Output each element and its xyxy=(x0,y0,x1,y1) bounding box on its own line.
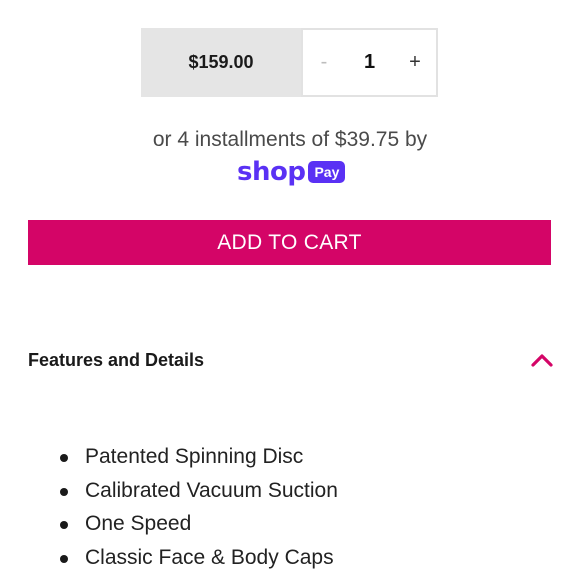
quantity-value[interactable]: 1 xyxy=(345,51,394,74)
list-item: Patented Spinning Disc xyxy=(56,440,338,474)
list-item: One Speed xyxy=(56,507,338,541)
chevron-up-icon[interactable] xyxy=(529,347,555,373)
price-quantity-row: $159.00 - 1 + xyxy=(141,28,438,97)
add-to-cart-button[interactable]: ADD TO CART xyxy=(28,220,551,265)
chevron-up-icon-graphic xyxy=(531,354,553,367)
shop-pay-link[interactable]: shop Pay xyxy=(237,157,346,187)
decrease-quantity-button[interactable]: - xyxy=(303,30,345,95)
list-item: Calibrated Vacuum Suction xyxy=(56,474,338,508)
features-accordion-header[interactable]: Features and Details xyxy=(28,344,555,376)
features-list: Patented Spinning Disc Calibrated Vacuum… xyxy=(56,440,338,574)
installments-text: or 4 installments of $39.75 by xyxy=(152,128,428,151)
shop-pay-logo: shop xyxy=(237,157,306,187)
features-title: Features and Details xyxy=(28,349,205,370)
price-display: $159.00 xyxy=(141,28,301,97)
quantity-stepper: - 1 + xyxy=(301,28,438,97)
increase-quantity-button[interactable]: + xyxy=(394,30,436,95)
list-item: Classic Face & Body Caps xyxy=(56,541,338,575)
shop-pay-badge: Pay xyxy=(308,161,346,183)
